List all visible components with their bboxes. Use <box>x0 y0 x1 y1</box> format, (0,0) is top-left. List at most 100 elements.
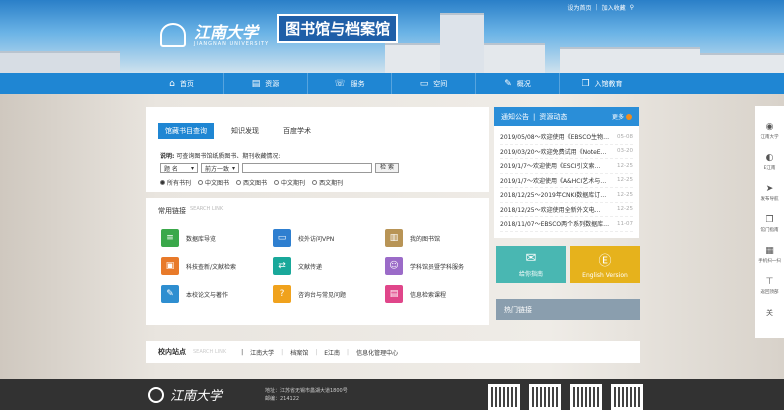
service-icon: ☏ <box>334 78 346 89</box>
divider: | <box>241 348 244 356</box>
quick-link-faq[interactable]: ? 咨询台与常见问题 <box>273 285 385 303</box>
qr-code-icon <box>529 384 561 410</box>
nav-item-space[interactable]: ▭ 空间 <box>392 73 476 94</box>
search-input[interactable] <box>242 163 372 173</box>
tab-resource-news[interactable]: 资源动态 <box>539 112 567 122</box>
guide-label: 给你指南 <box>518 271 543 278</box>
divider: | <box>281 348 284 356</box>
quick-link-subject-librarian[interactable]: ☺ 学科馆员暨学科服务 <box>385 257 497 275</box>
radio-western-journals[interactable]: 西文期刊 <box>312 178 343 187</box>
sidebar-item-ejiangnan[interactable]: ◐ E江南 <box>764 153 776 171</box>
nav-item-services[interactable]: ☏ 服务 <box>308 73 392 94</box>
radio-chinese-books[interactable]: 中文图书 <box>198 178 229 187</box>
english-version-button[interactable]: Ⓔ English Version <box>570 246 640 283</box>
campus-link-ejiangnan[interactable]: E江南 <box>324 348 340 357</box>
book-open-icon: ❒ <box>581 78 590 89</box>
sidebar-item-navigation[interactable]: ➤ 发布导航 <box>761 184 779 202</box>
sidebar-item-scan[interactable]: ▦ 手机扫一扫 <box>758 246 781 264</box>
campus-sites-bar: 校内站点 SEARCH LINK | 江南大学 | 档案馆 | E江南 | 信息… <box>146 341 640 363</box>
nav-item-resources[interactable]: ▤ 资源 <box>224 73 308 94</box>
search-icon[interactable]: ⚲ <box>630 4 634 11</box>
nav-label: 首页 <box>179 79 194 88</box>
campus-link-archives[interactable]: 档案馆 <box>290 348 308 357</box>
floating-sidebar: ◉ 江南大学 ◐ E江南 ➤ 发布导航 ❐ 馆门指南 ▦ 手机扫一扫 ⊤ 返回顶部 关 <box>755 106 784 338</box>
quick-links-panel: 常用链接 SEARCH LINK ≡ 数据库导览 ▭ 校外访问VPN ▥ 我的图书馆 … <box>146 198 489 325</box>
quick-link-databases[interactable]: ≡ 数据库导览 <box>161 229 273 247</box>
quick-link-label: 信息检索课程 <box>410 291 447 299</box>
list-item[interactable]: 2018/11/07～EBSCO两个系列数据库… 11-07 <box>500 217 633 232</box>
radio-label: 中文图书 <box>205 180 230 187</box>
list-item[interactable]: 2019/1/7～欢迎使用《ESCI引文索… 12-25 <box>500 159 633 174</box>
guide-button[interactable]: ✉ 给你指南 <box>496 246 566 283</box>
field-select-value: 题 名 <box>164 165 178 173</box>
footer: 江南大学 地址：江苏省无锡市蠡湖大道1800号 邮编：214122 <box>0 379 784 410</box>
sidebar-item-close[interactable]: 关 <box>766 308 773 318</box>
notice-title: 2019/1/7～欢迎使用《A&HCI艺术与… <box>500 177 607 185</box>
add-favorite-link[interactable]: 加入收藏 <box>602 3 626 12</box>
notice-date: 03-20 <box>617 148 633 155</box>
sidebar-item-guide[interactable]: ❐ 馆门指南 <box>761 215 779 233</box>
section-header: 常用链接 SEARCH LINK <box>146 198 489 216</box>
search-description: 说明: 可查询图书馆纸质图书、期刊收藏情况: <box>146 139 489 160</box>
list-item[interactable]: 2019/03/20～欢迎免费试用《NoteE… 03-20 <box>500 145 633 159</box>
tab-knowledge-discovery[interactable]: 知识发现 <box>224 123 266 139</box>
radio-all[interactable]: 所有书刊 <box>160 178 191 187</box>
list-item[interactable]: 2018/12/25～欢迎使用全新外文电… 12-25 <box>500 203 633 217</box>
chevron-down-icon: ▾ <box>231 164 235 172</box>
question-icon: ? <box>273 285 291 303</box>
sidebar-item-back-to-top[interactable]: ⊤ 返回顶部 <box>761 277 779 295</box>
radio-chinese-journals[interactable]: 中文期刊 <box>274 178 305 187</box>
list-item[interactable]: 2018/12/25～2019年CNKI数据库订… 12-25 <box>500 188 633 203</box>
site-logo[interactable]: 江南大学 JIANGNAN UNIVERSITY 图书馆与档案馆 <box>160 14 399 47</box>
quick-link-my-library[interactable]: ▥ 我的图书馆 <box>385 229 497 247</box>
quick-link-vpn[interactable]: ▭ 校外访问VPN <box>273 229 385 247</box>
notice-date: 12-25 <box>617 162 633 169</box>
quick-links-grid: ≡ 数据库导览 ▭ 校外访问VPN ▥ 我的图书馆 ▣ 科技查新/文献检索 ⇄ 文献传递 … <box>146 216 489 303</box>
edit-icon: ✎ <box>504 78 512 89</box>
nav-label: 资源 <box>265 79 280 88</box>
nav-item-home[interactable]: ⌂ 首页 <box>140 73 224 94</box>
quick-link-novelty-search[interactable]: ▣ 科技查新/文献检索 <box>161 257 273 275</box>
quick-link-courses[interactable]: ▤ 信息检索课程 <box>385 285 497 303</box>
hot-links-bar[interactable]: 热门链接 <box>496 299 640 320</box>
campus-subtitle: SEARCH LINK <box>193 349 227 355</box>
search-tabs: 馆藏书目查询 知识发现 百度学术 <box>146 107 489 139</box>
copy-icon: ❐ <box>765 215 774 225</box>
quick-link-label: 数据库导览 <box>186 235 217 243</box>
field-select[interactable]: 题 名 ▾ <box>160 163 198 173</box>
tab-notices[interactable]: 通知公告 <box>501 112 529 122</box>
transfer-icon: ⇄ <box>273 257 291 275</box>
nav-item-orientation[interactable]: ❒ 入馆教育 <box>560 73 644 94</box>
collection-radios: 所有书刊 中文图书 西文图书 中文期刊 西文期刊 <box>146 173 489 187</box>
list-item[interactable]: 2019/05/08～欢迎使用《EBSCO生物… 05-08 <box>500 130 633 145</box>
course-icon: ▤ <box>385 285 403 303</box>
campus-link-it-center[interactable]: 信息化管理中心 <box>356 348 398 357</box>
banner-building <box>700 53 784 73</box>
list-item[interactable]: 2019/1/7～欢迎使用《A&HCI艺术与… 12-25 <box>500 174 633 188</box>
quick-link-label: 咨询台与常见问题 <box>298 291 347 299</box>
database-icon: ≡ <box>161 229 179 247</box>
match-select[interactable]: 前方一致 ▾ <box>201 163 239 173</box>
sidebar-label: E江南 <box>763 166 776 171</box>
quick-link-document-delivery[interactable]: ⇄ 文献传递 <box>273 257 385 275</box>
radio-label: 西文期刊 <box>319 180 344 187</box>
university-emblem-icon <box>160 23 186 47</box>
tab-catalog-search[interactable]: 馆藏书目查询 <box>158 123 214 139</box>
home-icon: ⌂ <box>169 78 175 89</box>
set-homepage-link[interactable]: 设为首页 <box>568 3 592 12</box>
qr-code-icon <box>488 384 520 410</box>
sidebar-item-jiangnan[interactable]: ◉ 江南大学 <box>761 122 779 140</box>
search-button[interactable]: 检 索 <box>375 163 399 173</box>
radio-label: 中文期刊 <box>281 180 306 187</box>
banner-building <box>560 47 700 73</box>
tab-baidu-scholar[interactable]: 百度学术 <box>276 123 318 139</box>
quick-link-theses[interactable]: ✎ 本校论文与著作 <box>161 285 273 303</box>
more-link[interactable]: 更多 <box>612 112 632 121</box>
books-icon: ▤ <box>251 78 261 89</box>
nav-item-overview[interactable]: ✎ 概况 <box>476 73 560 94</box>
campus-link-jiangnan[interactable]: 江南大学 <box>250 348 274 357</box>
folder-icon: ▭ <box>419 78 429 89</box>
radio-western-books[interactable]: 西文图书 <box>236 178 267 187</box>
sidebar-label: 手机扫一扫 <box>758 259 781 264</box>
catalog-search-panel: 馆藏书目查询 知识发现 百度学术 说明: 可查询图书馆纸质图书、期刊收藏情况: … <box>146 107 489 192</box>
